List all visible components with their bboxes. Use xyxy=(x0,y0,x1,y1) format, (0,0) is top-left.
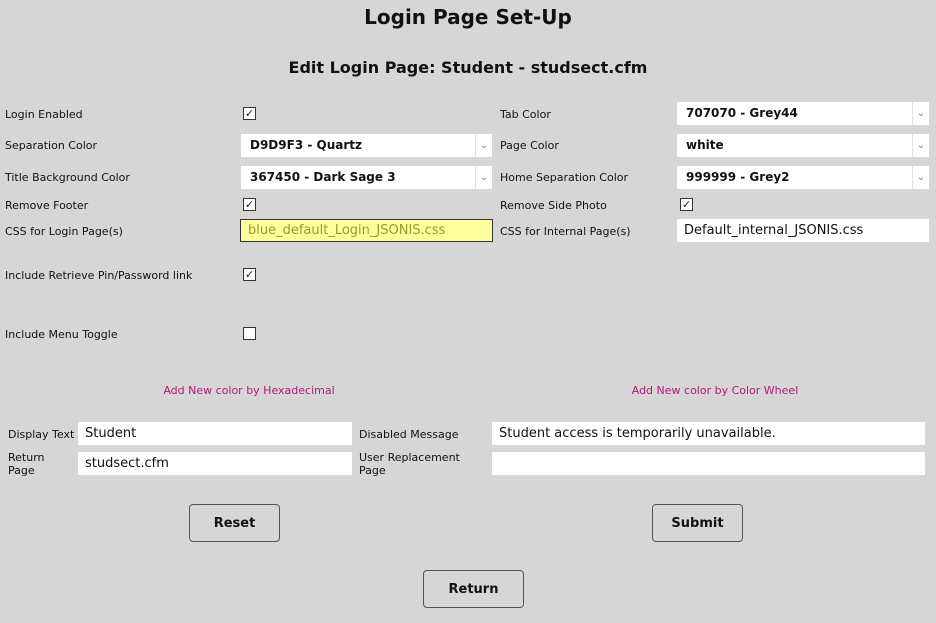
retrieve-pin-label: Include Retrieve Pin/Password link xyxy=(5,269,193,282)
chevron-down-icon: ⌄ xyxy=(912,134,929,157)
checkmark-icon: ✓ xyxy=(244,198,255,211)
chevron-down-icon: ⌄ xyxy=(475,166,492,189)
chevron-down-icon: ⌄ xyxy=(475,134,492,157)
remove-side-photo-label: Remove Side Photo xyxy=(500,199,607,212)
return-page-label: Return Page xyxy=(8,451,45,477)
css-internal-label: CSS for Internal Page(s) xyxy=(500,225,631,238)
add-color-hex-link[interactable]: Add New color by Hexadecimal xyxy=(110,384,388,397)
separation-color-label: Separation Color xyxy=(5,139,98,152)
page-color-select[interactable]: white ⌄ xyxy=(677,134,929,157)
title-background-color-label: Title Background Color xyxy=(5,171,130,184)
checkmark-icon: ✓ xyxy=(244,268,255,281)
retrieve-pin-checkbox[interactable]: ✓ xyxy=(243,268,256,281)
tab-color-label: Tab Color xyxy=(500,108,551,121)
chevron-down-icon: ⌄ xyxy=(912,166,929,189)
disabled-message-input[interactable]: Student access is temporarily unavailabl… xyxy=(492,422,925,445)
home-separation-color-select[interactable]: 999999 - Grey2 ⌄ xyxy=(677,166,929,189)
login-enabled-label: Login Enabled xyxy=(5,108,83,121)
user-replacement-page-input[interactable] xyxy=(492,452,925,475)
user-replacement-page-label: User Replacement Page xyxy=(359,451,460,477)
css-internal-input[interactable]: Default_internal_JSONIS.css xyxy=(677,219,929,242)
display-text-input[interactable]: Student xyxy=(78,422,352,445)
checkmark-icon: ✓ xyxy=(244,107,255,120)
checkmark-icon: ✓ xyxy=(681,198,692,211)
menu-toggle-checkbox[interactable] xyxy=(243,327,256,340)
reset-button[interactable]: Reset xyxy=(189,504,280,542)
return-button[interactable]: Return xyxy=(423,570,524,608)
login-enabled-checkbox[interactable]: ✓ xyxy=(243,107,256,120)
add-color-wheel-link[interactable]: Add New color by Color Wheel xyxy=(576,384,854,397)
home-separation-color-label: Home Separation Color xyxy=(500,171,629,184)
tab-color-select[interactable]: 707070 - Grey44 ⌄ xyxy=(677,102,929,125)
separation-color-select[interactable]: D9D9F3 - Quartz ⌄ xyxy=(241,134,492,157)
remove-footer-checkbox[interactable]: ✓ xyxy=(243,198,256,211)
remove-footer-label: Remove Footer xyxy=(5,199,89,212)
title-background-color-select[interactable]: 367450 - Dark Sage 3 ⌄ xyxy=(241,166,492,189)
chevron-down-icon: ⌄ xyxy=(912,102,929,125)
page-color-label: Page Color xyxy=(500,139,559,152)
disabled-message-label: Disabled Message xyxy=(359,428,459,441)
menu-toggle-label: Include Menu Toggle xyxy=(5,328,118,341)
page-subtitle: Edit Login Page: Student - studsect.cfm xyxy=(288,58,648,77)
css-login-label: CSS for Login Page(s) xyxy=(5,225,123,238)
submit-button[interactable]: Submit xyxy=(652,504,743,542)
page-title: Login Page Set-Up xyxy=(364,5,572,29)
return-page-input[interactable]: studsect.cfm xyxy=(78,452,352,475)
remove-side-photo-checkbox[interactable]: ✓ xyxy=(680,198,693,211)
css-login-input[interactable]: blue_default_Login_JSONIS.css xyxy=(240,219,493,242)
display-text-label: Display Text xyxy=(8,428,75,441)
